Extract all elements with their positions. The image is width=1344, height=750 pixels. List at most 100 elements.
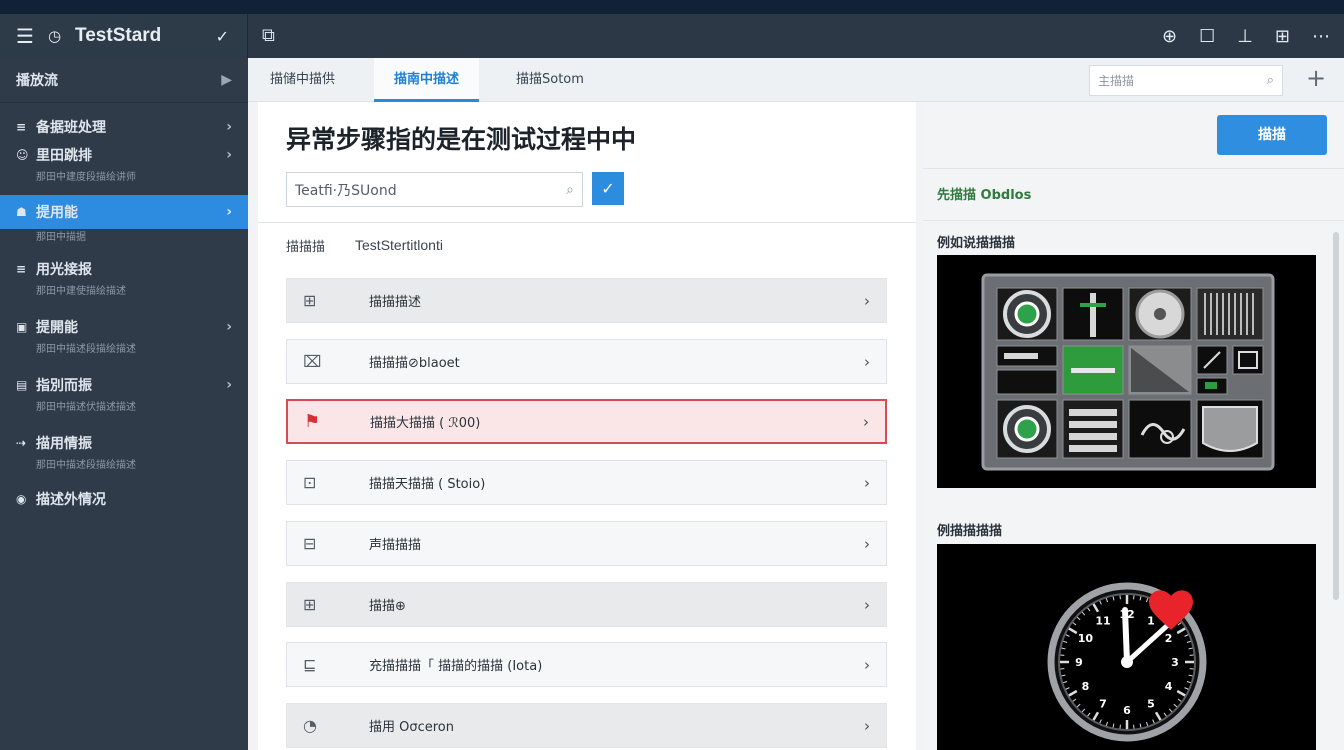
clock-number: 1 xyxy=(1147,614,1155,627)
clock-number: 2 xyxy=(1165,632,1173,645)
sidebar-item[interactable]: ▣ 提開能 › 那田中描述段描绘描述 xyxy=(0,313,248,363)
window-icon: ▣ xyxy=(16,320,28,334)
square-icon[interactable]: ☐ xyxy=(1199,26,1215,47)
sidebar-item[interactable]: ≡ 用光接报 那田中建使描绘描述 xyxy=(0,255,248,305)
chevron-right-icon: › xyxy=(226,204,232,220)
page-title: 异常步骤指的是在测试过程中中 xyxy=(286,125,637,154)
brand-area: ☰ ◷ TestStard ✓ xyxy=(0,14,248,58)
sidebar-item-label: 描用情振 xyxy=(36,436,92,452)
sidebar-item-sub: 那田中建度段描绘讲师 xyxy=(36,172,136,183)
center-panel: 异常步骤指的是在测试过程中中 Teatfi·乃SUond ⌕ ✓ 描描描 Tes… xyxy=(258,102,916,750)
step-item[interactable]: ◔ 描用 Oσceron › xyxy=(286,703,887,748)
search-icon[interactable]: ⌕ xyxy=(1267,73,1274,88)
filter-input-value: Teatfi·乃SUond xyxy=(295,182,397,199)
bookmark-icon[interactable]: ⧉ xyxy=(262,25,275,46)
compass-icon[interactable]: ⊕ xyxy=(1162,26,1177,47)
chevron-right-icon: › xyxy=(226,147,232,163)
clock-graphic: 111212345678910 xyxy=(1047,582,1207,742)
search-input[interactable]: 主描描 ⌕ xyxy=(1089,65,1283,96)
search-placeholder: 主描描 xyxy=(1098,74,1135,88)
tab-1[interactable]: 描储中描供 xyxy=(270,58,335,102)
right-scrollbar[interactable] xyxy=(1333,232,1339,600)
clock-number: 6 xyxy=(1123,704,1131,717)
form-icon: ⊞ xyxy=(303,291,317,310)
grid-icon[interactable]: ⊞ xyxy=(1275,26,1290,47)
tab-3[interactable]: 描描Sotom xyxy=(516,58,584,102)
top-bar: ☰ ◷ TestStard ✓ ⧉ ⊕ ☐ ⊥ ⊞ ⋯ xyxy=(0,14,1344,58)
clock-image: 111212345678910 xyxy=(937,544,1316,750)
chevron-right-icon: › xyxy=(226,119,232,135)
clock-hour-hand xyxy=(1122,607,1130,665)
sidebar-header-label: 播放流 xyxy=(16,73,58,89)
step-item[interactable]: ⊡ 描描天描描 ( Stoio) › xyxy=(286,460,887,505)
step-label: 充描描描「 描描的描描 (Iota) xyxy=(369,659,543,674)
step-label: 描描描⊘blaoet xyxy=(369,356,460,371)
add-icon[interactable]: + xyxy=(1306,64,1326,92)
sidebar-item[interactable]: ☺ 里田跳排 › 那田中建度段描绘讲师 xyxy=(0,141,248,191)
step-item-error[interactable]: ⚑ 描描大描描 ( ℛ00) › xyxy=(286,399,887,444)
chevron-right-icon: › xyxy=(863,412,869,431)
clock-number: 3 xyxy=(1171,656,1179,669)
sidebar-item-label: 提用能 xyxy=(36,205,78,221)
more-icon[interactable]: ⋯ xyxy=(1312,26,1330,47)
check-icon[interactable]: ✓ xyxy=(216,27,229,46)
tab-bar: 描储中描供 描南中描述 描描Sotom 主描描 ⌕ + xyxy=(248,58,1344,102)
list-icon: ≡ xyxy=(16,120,27,134)
filter-input[interactable]: Teatfi·乃SUond ⌕ xyxy=(286,172,583,207)
play-icon[interactable]: ▶ xyxy=(221,72,232,88)
section-label: 例如说描描描 xyxy=(937,236,1016,251)
chevron-right-icon: › xyxy=(864,534,870,553)
tab-2-active[interactable]: 描南中描述 xyxy=(374,58,480,102)
chevron-right-icon: › xyxy=(226,377,232,393)
clock-number: 11 xyxy=(1095,614,1110,627)
sidebar-item[interactable]: ≡ 备据班处理 › xyxy=(0,103,248,141)
clock-number: 4 xyxy=(1165,680,1173,693)
sidebar-item-label: 用光接报 xyxy=(36,262,92,278)
sidebar-item-label: 备据班处理 xyxy=(36,120,106,136)
clock-number: 8 xyxy=(1082,680,1090,693)
arrow-icon: ⇢ xyxy=(16,436,27,450)
clipboard-icon: ⊡ xyxy=(303,473,317,492)
sidebar-item-active[interactable]: ☗ 提用能 › xyxy=(0,195,248,229)
divider xyxy=(258,222,916,223)
hamburger-icon[interactable]: ☰ xyxy=(16,24,34,48)
step-item[interactable]: ⊞ 描描描述 › xyxy=(286,278,887,323)
sidebar-item[interactable]: ▤ 指別而振 › 那田中描述伏描述描述 xyxy=(0,371,248,421)
sidebar-item-sub: 那田中描述段描绘描述 xyxy=(36,344,136,355)
step-label: 描描天描描 ( Stoio) xyxy=(369,477,486,492)
breadcrumb: 描描描 TestStertitlonti xyxy=(286,232,443,258)
status-label: 先描描 Obdlos xyxy=(937,188,1032,203)
face-icon: ⊟ xyxy=(303,534,317,553)
chevron-right-icon: › xyxy=(864,291,870,310)
app-name: TestStard xyxy=(75,25,162,46)
confirm-button[interactable]: ✓ xyxy=(592,172,624,205)
step-item[interactable]: ⊞ 描描⊕ › xyxy=(286,582,887,627)
sidebar: 播放流 ▶ ≡ 备据班处理 › ☺ 里田跳排 › 那田中建度段描绘讲师 ☗ 提用能 › 那田… xyxy=(0,58,248,750)
person-icon[interactable]: ⊥ xyxy=(1237,26,1253,47)
sidebar-header[interactable]: 播放流 ▶ xyxy=(0,58,248,103)
clock-number: 7 xyxy=(1099,698,1107,711)
breadcrumb-label: 描描描 xyxy=(286,239,326,255)
primary-button[interactable]: 描描 xyxy=(1217,115,1327,155)
clock-center xyxy=(1121,656,1133,668)
search-icon[interactable]: ⌕ xyxy=(566,182,574,198)
step-label: 描描大描描 ( ℛ00) xyxy=(370,416,481,431)
sidebar-item[interactable]: 那田中描据 xyxy=(0,229,248,255)
sidebar-item-sub: 那田中建使描绘描述 xyxy=(36,286,126,297)
chevron-right-icon: › xyxy=(864,595,870,614)
step-label: 描用 Oσceron xyxy=(369,720,455,735)
clock-number: 10 xyxy=(1078,632,1094,645)
clock-icon[interactable]: ◷ xyxy=(48,27,61,45)
sidebar-item-label: 指別而振 xyxy=(36,378,92,394)
device-panel-graphic xyxy=(981,273,1275,471)
step-item[interactable]: ⌧ 描描描⊘blaoet › xyxy=(286,339,887,384)
sidebar-item-sub: 那田中描据 xyxy=(36,232,86,243)
step-item[interactable]: ⊑ 充描描描「 描描的描描 (Iota) › xyxy=(286,642,887,687)
breadcrumb-value[interactable]: TestStertitlonti xyxy=(355,237,443,253)
step-label: 描描⊕ xyxy=(369,599,406,614)
sidebar-item[interactable]: ⇢ 描用情振 那田中描述段描绘描述 xyxy=(0,429,248,479)
sidebar-item-label: 提開能 xyxy=(36,320,78,336)
right-panel: 描描 先描描 Obdlos 例如说描描描 例描描描描 11 1 2 3 4 5 … xyxy=(923,102,1344,750)
sidebar-item[interactable]: ◉ 描述外情况 xyxy=(0,485,248,513)
step-item[interactable]: ⊟ 声描描描 › xyxy=(286,521,887,566)
